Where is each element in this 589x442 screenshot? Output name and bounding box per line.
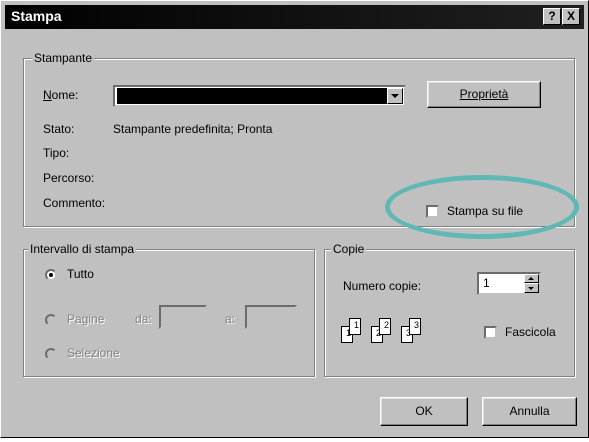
printer-name-value (117, 88, 387, 104)
range-all-label: Tutto (67, 267, 94, 281)
spin-down-button[interactable] (524, 283, 539, 293)
cancel-label: Annulla (509, 404, 550, 418)
range-pages-radio[interactable] (45, 314, 57, 326)
collate-label: Fascicola (505, 325, 556, 339)
chevron-down-icon (528, 287, 534, 290)
collate-page-icon: 1 (349, 318, 361, 335)
copies-count-value: 1 (483, 276, 490, 290)
copies-legend: Copie (331, 242, 367, 256)
properties-button[interactable]: Proprietà (427, 81, 541, 108)
range-selection-label: Selezione (67, 346, 120, 360)
copies-count-spinner[interactable]: 1 (477, 272, 541, 295)
ok-label: OK (415, 404, 433, 418)
status-value: Stampante predefinita; Pronta (113, 122, 273, 136)
copies-group: Copie (324, 242, 575, 377)
status-label: Stato: (43, 122, 75, 136)
comment-label: Commento: (43, 196, 106, 210)
range-to-label: a: (225, 312, 236, 326)
name-label: Nome: (43, 88, 79, 102)
ok-button[interactable]: OK (380, 397, 468, 426)
range-from-label: da: (135, 312, 152, 326)
path-label: Percorso: (43, 171, 95, 185)
collate-illustration: 1 1 2 2 3 3 (341, 314, 461, 354)
printer-legend: Stampante (32, 51, 95, 65)
range-all-radio[interactable] (45, 269, 57, 281)
radio-dot (49, 273, 53, 277)
type-label: Tipo: (43, 146, 70, 160)
print-range-legend: Intervallo di stampa (28, 242, 137, 256)
spin-up-button[interactable] (524, 274, 539, 283)
print-to-file-checkbox[interactable] (426, 205, 439, 218)
range-pages-label: Pagine (67, 312, 105, 326)
range-from-input[interactable] (159, 305, 207, 329)
print-dialog: Stampa ? X Stampante Nome: Proprietà Sta… (0, 0, 589, 438)
print-to-file-label: Stampa su file (447, 204, 524, 218)
collate-checkbox[interactable] (484, 326, 497, 339)
title-bar: Stampa ? X (5, 5, 584, 29)
collate-page-icon: 2 (379, 318, 391, 335)
help-button[interactable]: ? (543, 8, 561, 25)
dropdown-button[interactable] (387, 88, 403, 104)
chevron-down-icon (391, 94, 399, 98)
collate-page-icon: 3 (409, 318, 421, 335)
properties-label: Proprietà (459, 87, 509, 101)
copies-count-label: Numero copie: (343, 279, 422, 293)
range-selection-radio[interactable] (45, 348, 57, 360)
range-to-input[interactable] (245, 305, 297, 329)
printer-name-select[interactable] (113, 85, 406, 107)
cancel-button[interactable]: Annulla (482, 397, 577, 426)
dialog-title: Stampa (11, 8, 62, 24)
chevron-up-icon (528, 277, 534, 280)
close-button[interactable]: X (562, 8, 580, 25)
